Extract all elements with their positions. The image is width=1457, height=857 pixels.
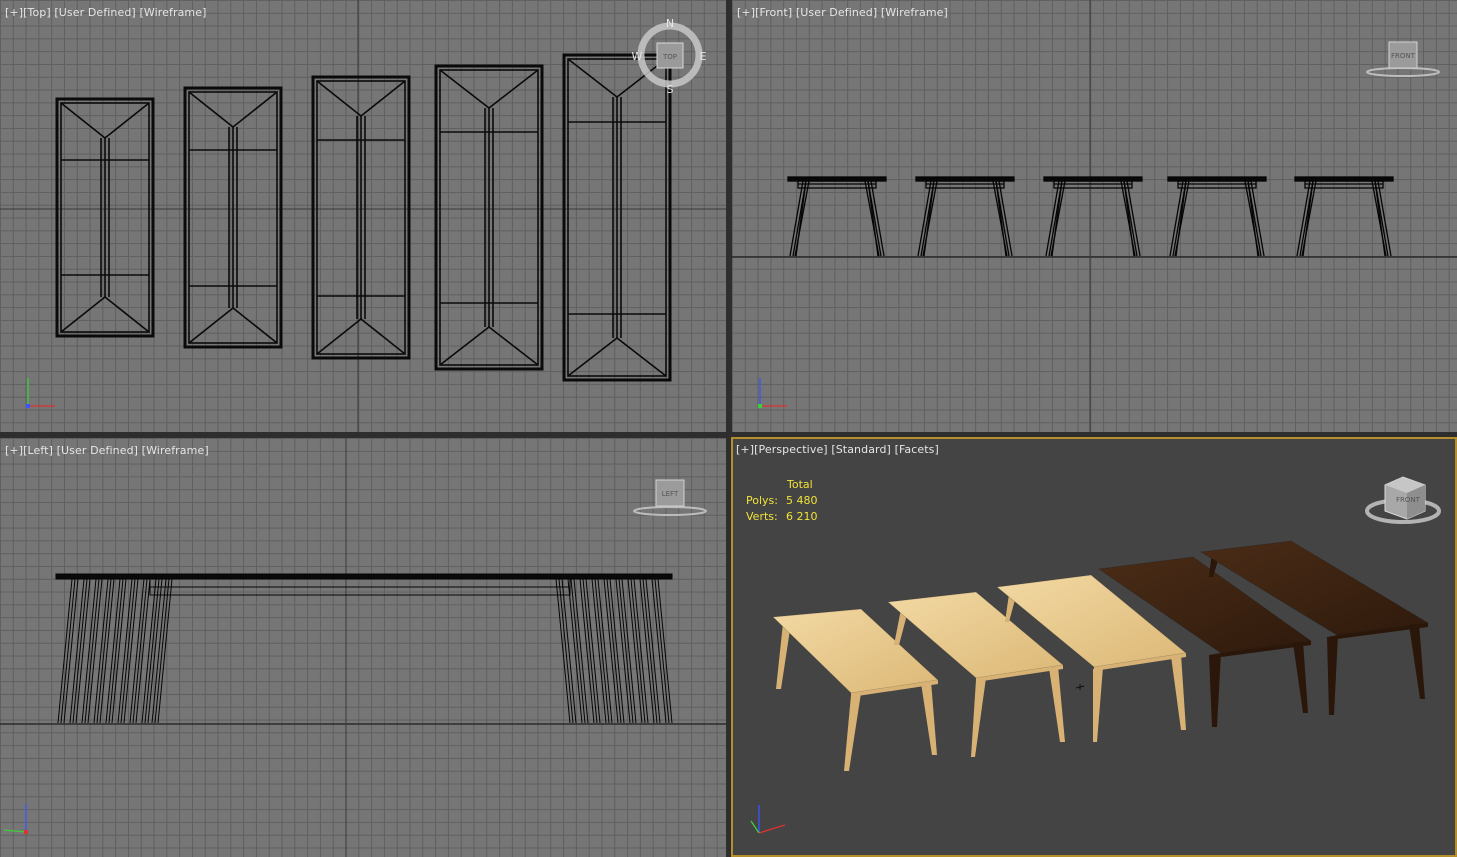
viewcube-face-label: FRONT [1396, 496, 1421, 504]
viewport-shading-mode[interactable]: [User Defined] [54, 6, 135, 19]
viewport-menu-plus[interactable]: [+] [737, 6, 755, 19]
table-wireframe-front-2 [915, 176, 1015, 257]
table-wireframe-front-4 [1167, 176, 1267, 257]
stats-polys-label: Polys: [746, 494, 778, 507]
perspective-viewport[interactable]: [+][Perspective] [Standard] [Facets] Tot… [731, 437, 1457, 857]
tables-side-wireframe [55, 573, 673, 724]
stats-polys-value: 5 480 [786, 494, 818, 507]
viewport-menu-plus[interactable]: [+] [5, 444, 23, 457]
viewport-shading-mode[interactable]: [User Defined] [57, 444, 138, 457]
stats-header: Total [787, 478, 813, 491]
table-wireframe-top-5 [562, 53, 672, 382]
table-wireframe-top-4 [434, 64, 544, 371]
compass-south-label[interactable]: S [667, 83, 674, 96]
viewport-shading-mode[interactable]: [Standard] [831, 443, 891, 456]
perspective-scene-canvas [771, 540, 1430, 771]
left-viewport[interactable]: [+][Left] [User Defined] [Wireframe] LEF… [0, 438, 726, 857]
table-leg [1171, 654, 1186, 730]
table-wireframe-top-2 [183, 86, 283, 349]
table-perspective-1[interactable] [771, 608, 940, 771]
top-viewport[interactable]: [+][Top] [User Defined] [Wireframe] TOP … [0, 0, 726, 432]
viewport-render-style[interactable]: [Wireframe] [881, 6, 948, 19]
front-viewport[interactable]: [+][Front] [User Defined] [Wireframe] FR… [732, 0, 1457, 432]
compass-north-label[interactable]: N [666, 17, 674, 30]
viewport-point-of-view[interactable]: [Perspective] [754, 443, 828, 456]
top-view-wireframe-canvas [0, 0, 726, 432]
top-viewport-label[interactable]: [+][Top] [User Defined] [Wireframe] [5, 6, 206, 19]
viewport-render-style[interactable]: [Wireframe] [142, 444, 209, 457]
viewport-point-of-view[interactable]: [Top] [23, 6, 51, 19]
table-leg [1409, 623, 1425, 699]
table-leg [971, 678, 986, 757]
table-wireframe-top-3 [311, 75, 411, 360]
table-leg [1209, 653, 1221, 727]
stats-verts-value: 6 210 [786, 510, 818, 523]
perspective-viewport-label[interactable]: [+][Perspective] [Standard] [Facets] [736, 443, 939, 456]
stats-verts-label: Verts: [746, 510, 778, 523]
viewcube-face-label: FRONT [1391, 52, 1416, 60]
front-viewport-label[interactable]: [+][Front] [User Defined] [Wireframe] [737, 6, 948, 19]
table-leg [844, 693, 861, 771]
table-wireframe-front-1 [787, 176, 887, 257]
viewport-menu-plus[interactable]: [+] [736, 443, 754, 456]
viewport-point-of-view[interactable]: [Left] [23, 444, 53, 457]
viewcube-face-label: LEFT [662, 490, 679, 498]
table-leg [1327, 635, 1338, 715]
table-leg [1293, 641, 1308, 713]
table-leg [1093, 667, 1103, 742]
front-view-wireframe-canvas [732, 0, 1457, 432]
viewport-shading-mode[interactable]: [User Defined] [796, 6, 877, 19]
table-wireframe-top-1 [55, 97, 155, 338]
left-view-wireframe-canvas [0, 438, 726, 857]
viewport-render-style[interactable]: [Facets] [895, 443, 939, 456]
viewport-menu-plus[interactable]: [+] [5, 6, 23, 19]
table-wireframe-front-5 [1294, 176, 1394, 257]
table-leg [1049, 666, 1065, 742]
viewport-point-of-view[interactable]: [Front] [755, 6, 792, 19]
compass-east-label[interactable]: E [700, 50, 707, 63]
compass-west-label[interactable]: W [632, 50, 643, 63]
viewport-render-style[interactable]: [Wireframe] [139, 6, 206, 19]
table-leg [921, 681, 937, 755]
viewcube-face-label: TOP [662, 53, 677, 61]
left-viewport-label[interactable]: [+][Left] [User Defined] [Wireframe] [5, 444, 209, 457]
table-wireframe-front-3 [1043, 176, 1143, 257]
